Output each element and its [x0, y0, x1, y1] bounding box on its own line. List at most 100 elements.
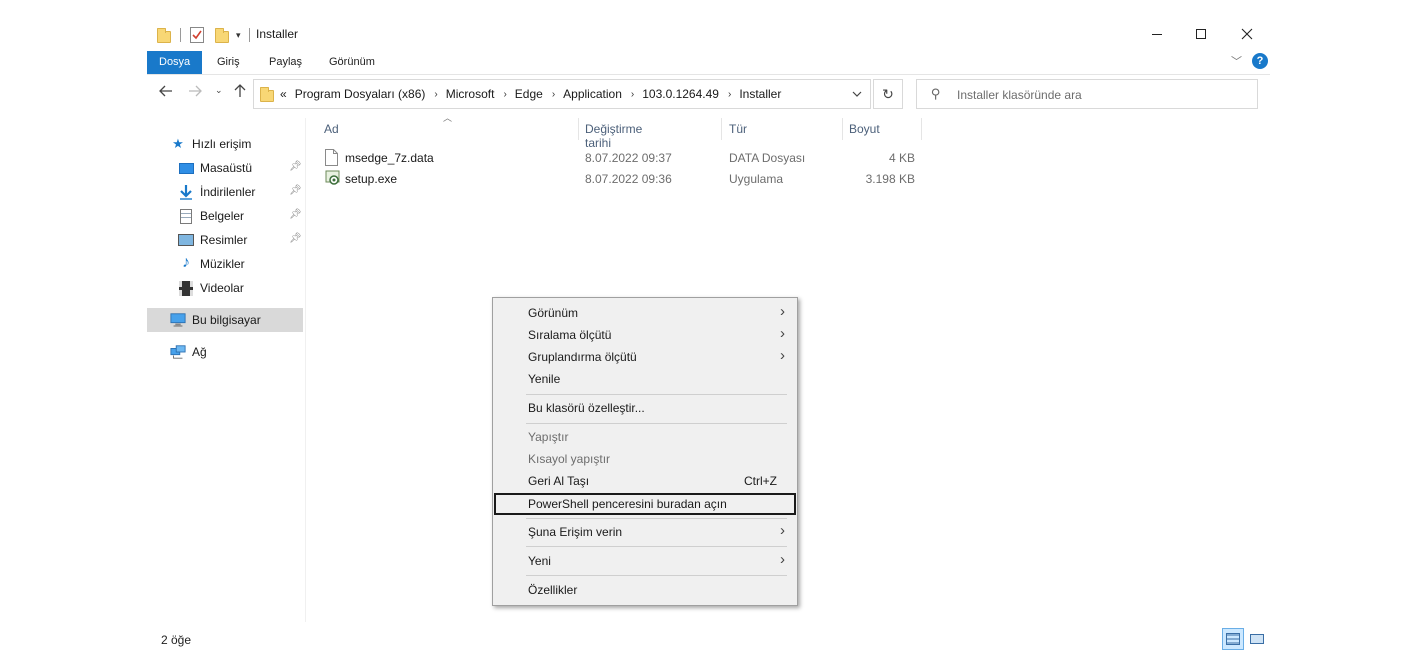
breadcrumb-item[interactable]: Application	[563, 87, 622, 101]
search-box[interactable]: ⚲ Installer klasöründe ara	[916, 79, 1258, 109]
column-divider[interactable]	[578, 118, 579, 140]
file-size: 3.198 KB	[865, 172, 915, 186]
nav-item-downloads[interactable]: İndirilenler 📌︎	[147, 180, 303, 204]
forward-arrow-icon	[189, 85, 202, 97]
minimize-button[interactable]	[1134, 18, 1180, 50]
large-icons-view-button[interactable]	[1246, 628, 1268, 650]
back-button[interactable]	[159, 84, 173, 101]
breadcrumb-item[interactable]: Microsoft	[446, 87, 495, 101]
tab-view[interactable]: Görünüm	[317, 51, 387, 74]
network-icon	[170, 344, 186, 360]
breadcrumb-item[interactable]: Program Dosyaları (x86)	[295, 87, 426, 101]
sort-ascending-icon: ︿	[443, 113, 453, 123]
pin-icon[interactable]: 📌︎	[289, 233, 302, 244]
nav-label: Videolar	[200, 281, 244, 295]
menu-item-customize-folder[interactable]: Bu klasörü özelleştir...	[495, 397, 795, 419]
pin-icon[interactable]: 📌︎	[289, 161, 302, 172]
breadcrumb-item[interactable]: Installer	[739, 87, 781, 101]
details-view-button[interactable]	[1222, 628, 1244, 650]
nav-quick-access[interactable]: ★ Hızlı erişim	[147, 132, 303, 156]
menu-item-properties[interactable]: Özellikler	[495, 579, 795, 601]
window-title: Installer	[256, 27, 299, 41]
toolbar-divider	[180, 28, 181, 42]
address-bar[interactable]: « Program Dosyaları (x86) › Microsoft › …	[253, 79, 871, 109]
navigation-pane-divider	[305, 118, 306, 622]
nav-label: Belgeler	[200, 209, 245, 223]
setup-icon	[325, 169, 341, 186]
ribbon-tabs: Dosya Giriş Paylaş Görünüm ﹀ ?	[147, 51, 1270, 74]
menu-item-paste-shortcut[interactable]: Kısayol yapıştır	[495, 448, 795, 470]
pin-icon[interactable]: 📌︎	[289, 209, 302, 220]
menu-item-sort-by[interactable]: Sıralama ölçütü ›	[495, 324, 795, 346]
menu-item-paste[interactable]: Yapıştır	[495, 426, 795, 448]
ribbon-divider	[147, 74, 1270, 75]
nav-item-network[interactable]: Ağ	[147, 340, 303, 364]
nav-item-desktop[interactable]: Masaüstü 📌︎	[147, 156, 303, 180]
nav-label: Masaüstü	[200, 161, 253, 175]
file-size: 4 KB	[888, 151, 915, 165]
menu-item-group-by[interactable]: Gruplandırma ölçütü ›	[495, 346, 795, 368]
breadcrumb-separator-icon[interactable]: ›	[503, 89, 506, 100]
menu-item-give-access[interactable]: Şuna Erişim verin ›	[495, 521, 795, 543]
column-header-size[interactable]: Boyut	[849, 122, 880, 136]
help-icon[interactable]: ?	[1252, 53, 1268, 69]
breadcrumb-overflow[interactable]: «	[280, 87, 287, 101]
recent-locations-button[interactable]: ⌄	[215, 85, 223, 96]
documents-icon	[178, 208, 194, 224]
column-divider[interactable]	[921, 118, 922, 140]
tab-home[interactable]: Giriş	[205, 51, 252, 74]
tab-share[interactable]: Paylaş	[257, 51, 314, 74]
up-button[interactable]	[234, 84, 246, 102]
breadcrumb-separator-icon[interactable]: ›	[434, 89, 437, 100]
nav-item-videos[interactable]: Videolar	[147, 276, 303, 300]
pin-icon[interactable]: 📌︎	[289, 185, 302, 196]
menu-item-new[interactable]: Yeni ›	[495, 550, 795, 572]
menu-item-open-powershell[interactable]: PowerShell penceresini buradan açın	[494, 493, 796, 515]
new-folder-icon[interactable]	[215, 28, 229, 43]
breadcrumb-item[interactable]: 103.0.1264.49	[642, 87, 719, 101]
file-row[interactable]: setup.exe 8.07.2022 09:36 Uygulama 3.198…	[317, 168, 927, 190]
column-divider[interactable]	[842, 118, 843, 140]
nav-item-music[interactable]: ♪ Müzikler	[147, 252, 303, 276]
search-placeholder: Installer klasöründe ara	[957, 88, 1082, 102]
menu-item-undo-move[interactable]: Geri Al Taşı Ctrl+Z	[495, 470, 795, 492]
address-dropdown-button[interactable]	[844, 80, 870, 108]
breadcrumb-item[interactable]: Edge	[515, 87, 543, 101]
title-bar: ▾ Installer	[147, 18, 1270, 50]
menu-item-label: Görünüm	[528, 306, 579, 320]
minimize-icon	[1152, 33, 1162, 35]
toolbar-divider	[248, 28, 250, 42]
large-icons-view-icon	[1250, 634, 1264, 644]
file-row[interactable]: msedge_7z.data 8.07.2022 09:37 DATA Dosy…	[317, 147, 927, 169]
nav-item-documents[interactable]: Belgeler 📌︎	[147, 204, 303, 228]
expand-ribbon-icon[interactable]: ﹀	[1231, 53, 1242, 69]
column-header-type[interactable]: Tür	[729, 122, 747, 136]
menu-item-refresh[interactable]: Yenile	[495, 368, 795, 390]
column-header-name[interactable]: Ad	[324, 122, 339, 136]
maximize-button[interactable]	[1178, 18, 1224, 50]
menu-item-label: PowerShell penceresini buradan açın	[528, 497, 727, 511]
forward-button[interactable]	[188, 84, 202, 101]
customize-toolbar-icon[interactable]: ▾	[236, 30, 241, 41]
quick-access-toolbar: ▾	[157, 26, 250, 44]
details-view-icon	[1226, 633, 1240, 645]
file-icon	[325, 149, 339, 166]
menu-separator	[526, 518, 787, 519]
column-divider[interactable]	[721, 118, 722, 140]
close-button[interactable]	[1224, 18, 1270, 50]
chevron-right-icon: ›	[780, 303, 785, 320]
chevron-down-icon	[852, 91, 862, 97]
tab-file[interactable]: Dosya	[147, 51, 203, 74]
breadcrumb-separator-icon[interactable]: ›	[552, 89, 555, 100]
menu-item-label: Yeni	[528, 554, 551, 568]
nav-item-this-pc[interactable]: Bu bilgisayar	[147, 308, 303, 332]
menu-item-view[interactable]: Görünüm ›	[495, 302, 795, 324]
breadcrumb-separator-icon[interactable]: ›	[631, 89, 634, 100]
column-header-date[interactable]: Değiştirme tarihi	[585, 122, 642, 150]
refresh-button[interactable]: ↻	[873, 79, 903, 109]
breadcrumb-separator-icon[interactable]: ›	[728, 89, 731, 100]
maximize-icon	[1196, 29, 1206, 39]
nav-label: Resimler	[200, 233, 248, 247]
nav-item-pictures[interactable]: Resimler 📌︎	[147, 228, 303, 252]
properties-icon[interactable]	[190, 27, 204, 43]
